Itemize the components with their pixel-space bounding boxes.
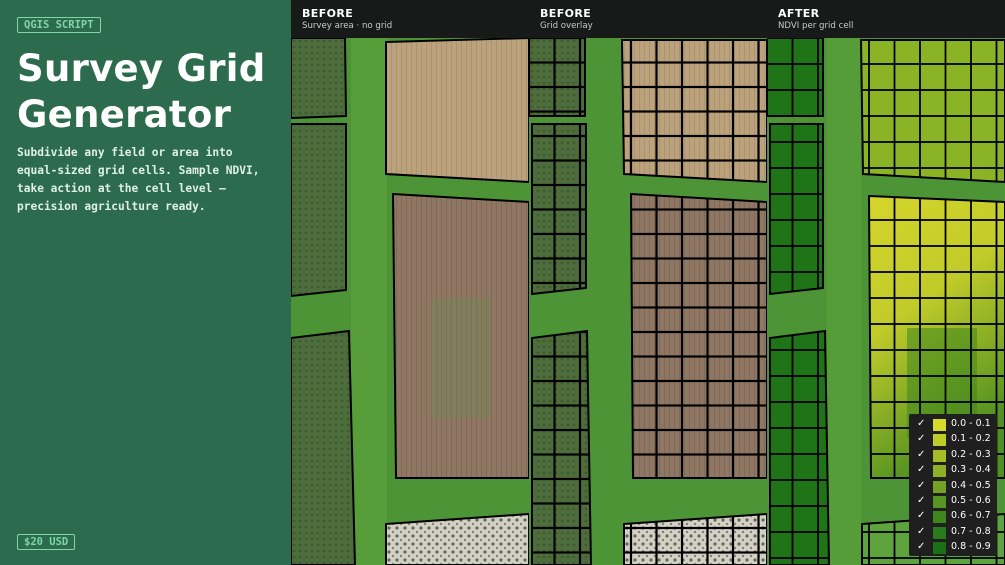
aerial-image-no-grid bbox=[291, 38, 529, 565]
legend-item[interactable]: ✓ 0.0 - 0.1 bbox=[909, 417, 997, 433]
legend-label: 0.4 - 0.5 bbox=[951, 479, 991, 491]
legend-swatch bbox=[933, 526, 946, 539]
legend-swatch bbox=[933, 542, 946, 555]
legend-item[interactable]: ✓ 0.7 - 0.8 bbox=[909, 525, 997, 541]
legend-swatch bbox=[933, 465, 946, 478]
panel-sublabel: Survey area · no grid bbox=[302, 21, 393, 31]
legend-item[interactable]: ✓ 0.8 - 0.9 bbox=[909, 540, 997, 556]
checkmark-icon[interactable]: ✓ bbox=[917, 418, 925, 429]
checkmark-icon[interactable]: ✓ bbox=[917, 510, 925, 521]
checkmark-icon[interactable]: ✓ bbox=[917, 541, 925, 552]
legend-swatch bbox=[933, 434, 946, 447]
panel-label: BEFORE bbox=[540, 7, 592, 20]
legend-swatch bbox=[933, 449, 946, 462]
legend-swatch bbox=[933, 480, 946, 493]
legend-label: 0.1 - 0.2 bbox=[951, 433, 991, 445]
panel-before-grid-overlay: BEFORE Grid overlay bbox=[529, 0, 767, 565]
checkmark-icon[interactable]: ✓ bbox=[917, 449, 925, 460]
legend-item[interactable]: ✓ 0.6 - 0.7 bbox=[909, 509, 997, 525]
panel-header: BEFORE Survey area · no grid bbox=[291, 0, 529, 38]
legend-item[interactable]: ✓ 0.2 - 0.3 bbox=[909, 448, 997, 464]
legend-label: 0.2 - 0.3 bbox=[951, 448, 991, 460]
panel-header: AFTER NDVI per grid cell bbox=[767, 0, 1005, 38]
price-badge: $20 USD bbox=[17, 534, 76, 550]
legend-item[interactable]: ✓ 0.4 - 0.5 bbox=[909, 479, 997, 495]
panel-before-no-grid: BEFORE Survey area · no grid bbox=[291, 0, 529, 565]
checkmark-icon[interactable]: ✓ bbox=[917, 464, 925, 475]
checkmark-icon[interactable]: ✓ bbox=[917, 433, 925, 444]
promo-panel: QGIS SCRIPT Survey Grid Generator Subdiv… bbox=[0, 0, 291, 565]
legend-swatch bbox=[933, 496, 946, 508]
aerial-image-grid-overlay bbox=[529, 38, 767, 565]
legend-item[interactable]: ✓ 0.1 - 0.2 bbox=[909, 432, 997, 448]
ndvi-legend: ✓ 0.0 - 0.1 ✓ 0.1 - 0.2 ✓ 0.2 - 0.3 ✓ 0.3 - 0.4… bbox=[909, 414, 997, 556]
legend-label: 0.8 - 0.9 bbox=[951, 541, 991, 553]
title-line-2: Generator bbox=[17, 93, 232, 136]
product-title: Survey Grid Generator bbox=[17, 46, 287, 138]
product-description: Subdivide any field or area into equal-s… bbox=[17, 146, 260, 213]
checkmark-icon[interactable]: ✓ bbox=[917, 526, 925, 537]
panel-label: AFTER bbox=[778, 7, 820, 20]
legend-label: 0.3 - 0.4 bbox=[951, 464, 991, 476]
legend-item[interactable]: ✓ 0.3 - 0.4 bbox=[909, 463, 997, 479]
legend-item[interactable]: ✓ 0.5 - 0.6 bbox=[909, 494, 997, 510]
panel-label: BEFORE bbox=[302, 7, 354, 20]
legend-swatch bbox=[933, 419, 946, 431]
category-badge: QGIS SCRIPT bbox=[17, 17, 101, 33]
title-line-1: Survey Grid bbox=[17, 47, 266, 90]
checkmark-icon[interactable]: ✓ bbox=[917, 480, 925, 491]
checkmark-icon[interactable]: ✓ bbox=[917, 495, 925, 506]
panel-sublabel: NDVI per grid cell bbox=[778, 21, 854, 31]
panel-header: BEFORE Grid overlay bbox=[529, 0, 767, 38]
legend-label: 0.6 - 0.7 bbox=[951, 510, 991, 522]
panel-sublabel: Grid overlay bbox=[540, 21, 593, 31]
legend-label: 0.7 - 0.8 bbox=[951, 525, 991, 537]
legend-label: 0.5 - 0.6 bbox=[951, 495, 991, 506]
legend-label: 0.0 - 0.1 bbox=[951, 418, 991, 429]
legend-swatch bbox=[933, 511, 946, 524]
